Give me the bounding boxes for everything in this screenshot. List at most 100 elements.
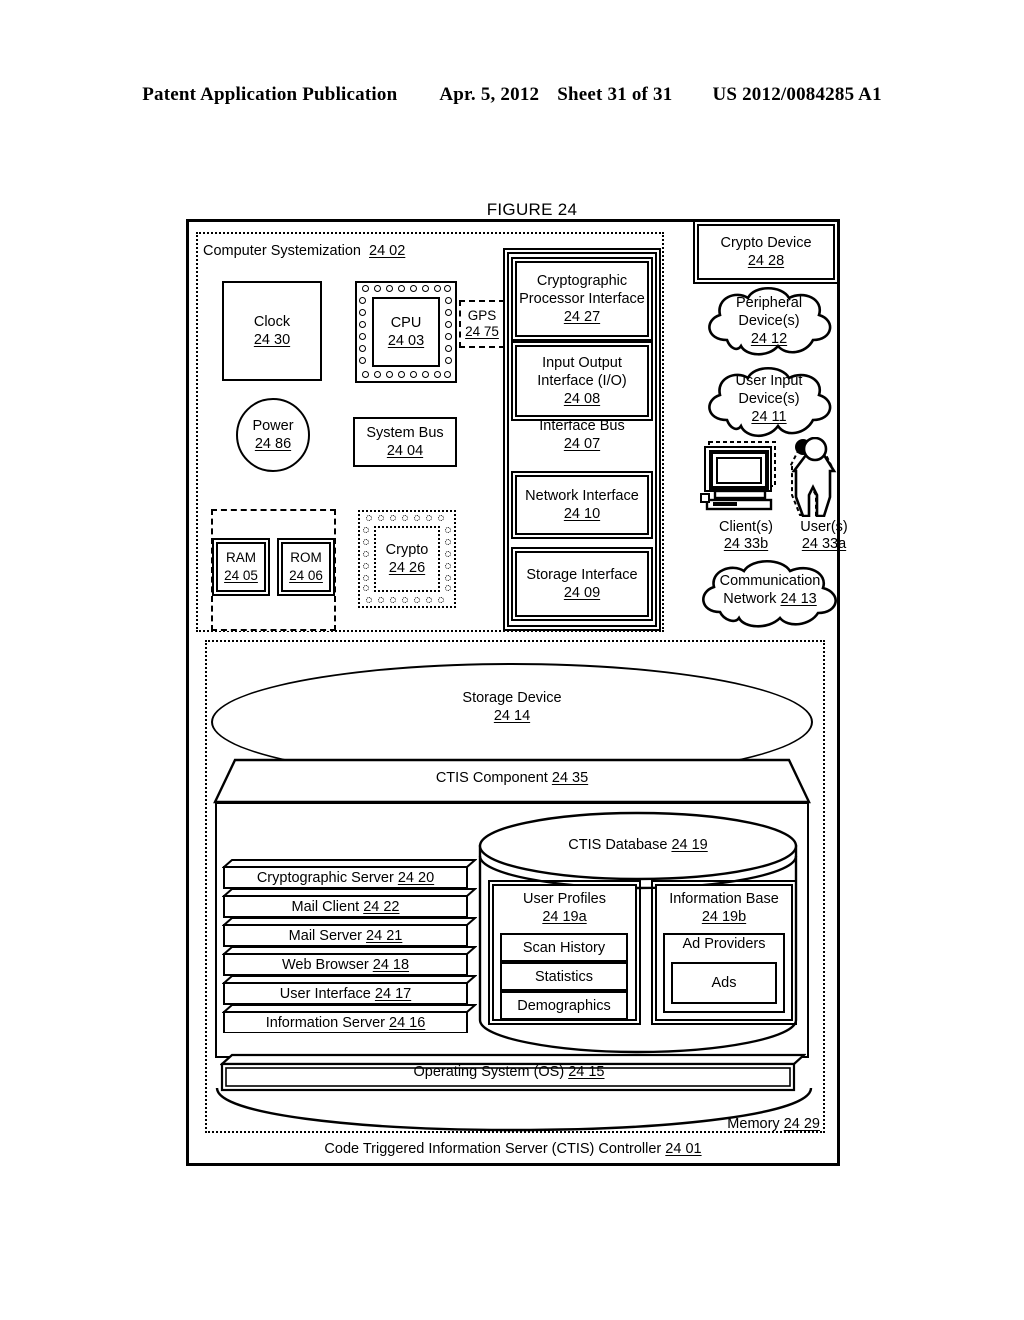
statistics-box: Statistics: [500, 962, 628, 991]
users-label-group: User(s) 24 33a: [784, 519, 864, 553]
crypto-box: Crypto 24 26: [374, 526, 440, 592]
server-label-0: Cryptographic Server: [256, 870, 394, 886]
crypto-device-ref: 24 28: [747, 253, 785, 269]
crypto-processor-interface-ref: 24 27: [563, 309, 601, 325]
system-bus-label: System Bus: [366, 425, 444, 441]
information-base-label: Information Base: [669, 891, 779, 907]
clock-label: Clock: [253, 314, 291, 330]
server-item-1: Mail Client 24 22: [224, 899, 467, 916]
interface-bus-label-group: Interface Bus 24 07: [507, 414, 657, 456]
storage-interface-ref: 24 09: [563, 585, 601, 601]
io-interface-box: Input Output Interface (I/O) 24 08: [511, 341, 653, 421]
power-label: Power: [252, 418, 294, 434]
rom-ref: 24 06: [289, 568, 323, 583]
ctis-database-ref: 24 19: [671, 837, 708, 853]
ctis-controller-ref: 24 01: [665, 1141, 702, 1157]
server-label-4: User Interface: [279, 986, 371, 1002]
server-label-1: Mail Client: [291, 899, 360, 915]
publication-label: Patent Application Publication: [142, 84, 398, 105]
peripheral-devices-label2: Device(s): [738, 313, 800, 329]
cpu-box: CPU 24 03: [372, 297, 440, 367]
storage-interface-label: Storage Interface: [526, 567, 638, 583]
server-label-2: Mail Server: [288, 928, 362, 944]
page-header: Patent Application Publication Apr. 5, 2…: [0, 84, 1024, 106]
server-ref-4: 24 17: [374, 986, 412, 1002]
server-label-3: Web Browser: [281, 957, 369, 973]
ads-label: Ads: [711, 975, 737, 991]
clients-label: Client(s): [719, 519, 773, 535]
server-ref-1: 24 22: [363, 899, 400, 915]
user-profiles-label-group: User Profiles 24 19a: [492, 888, 637, 928]
server-ref-5: 24 16: [389, 1015, 426, 1031]
computer-systemization-label-text: Computer Systemization: [203, 243, 361, 259]
gps-box: GPS 24 75: [459, 300, 505, 348]
statistics-label: Statistics: [534, 968, 593, 985]
server-label-5: Information Server: [265, 1015, 385, 1031]
communication-network-ref: 24 13: [780, 590, 817, 607]
cpu-ref: 24 03: [387, 333, 425, 349]
peripheral-devices-label-group: Peripheral Device(s) 24 12: [694, 288, 844, 354]
client-computer-icon: [699, 440, 787, 516]
communication-network-label-group: Communication Network 24 13: [690, 562, 850, 617]
server-item-3: Web Browser 24 18: [224, 957, 467, 974]
server-item-4: User Interface 24 17: [224, 986, 467, 1003]
crypto-device-label: Crypto Device: [720, 235, 812, 251]
publication-date: Apr. 5, 2012: [439, 84, 540, 105]
power-ref: 24 86: [254, 436, 292, 452]
ram-label: RAM: [226, 550, 256, 565]
clients-label-group: Client(s) 24 33b: [700, 519, 792, 553]
scan-history-box: Scan History: [500, 933, 628, 962]
crypto-ref: 24 26: [388, 560, 426, 576]
demographics-box: Demographics: [500, 991, 628, 1020]
server-item-5: Information Server 24 16: [224, 1015, 467, 1032]
users-ref: 24 33a: [801, 536, 847, 552]
ram-ref: 24 05: [224, 568, 258, 583]
ctis-controller-label-text: Code Triggered Information Server (CTIS)…: [324, 1141, 662, 1157]
communication-network-label2: Network: [723, 590, 777, 607]
operating-system-ref: 24 15: [568, 1064, 605, 1080]
interface-bus-ref: 24 07: [563, 436, 601, 452]
clock-ref: 24 30: [253, 332, 291, 348]
ctis-component-label: CTIS Component: [435, 770, 548, 786]
network-interface-ref: 24 10: [563, 506, 601, 522]
storage-device-ref: 24 14: [493, 708, 531, 724]
ctis-component-ref: 24 35: [551, 770, 589, 786]
server-ref-0: 24 20: [397, 870, 435, 886]
ctis-database-label: CTIS Database: [568, 837, 668, 853]
storage-interface-box: Storage Interface 24 09: [511, 547, 653, 621]
clients-ref: 24 33b: [723, 536, 769, 552]
user-input-devices-label1: User Input: [735, 373, 803, 389]
user-input-devices-label2: Device(s): [738, 391, 800, 407]
server-ref-3: 24 18: [372, 957, 410, 973]
network-interface-label: Network Interface: [525, 488, 639, 504]
io-interface-label2: Interface (I/O): [537, 373, 627, 389]
information-base-label-group: Information Base 24 19b: [655, 888, 793, 928]
information-base-ref: 24 19b: [701, 909, 747, 925]
ad-providers-label-text: Ad Providers: [682, 936, 766, 952]
document-number: US 2012/0084285 A1: [712, 84, 882, 105]
user-input-devices-label-group: User Input Device(s) 24 11: [694, 366, 844, 432]
clock-box: Clock 24 30: [222, 281, 322, 381]
crypto-processor-interface-label2: Processor Interface: [519, 291, 645, 307]
storage-device-label: Storage Device: [462, 690, 562, 706]
ads-box: Ads: [671, 962, 777, 1004]
crypto-processor-interface-label1: Cryptographic: [536, 273, 628, 289]
cpu-label: CPU: [390, 315, 422, 331]
crypto-device-box: Crypto Device 24 28: [693, 220, 839, 284]
crypto-processor-interface-box: Cryptographic Processor Interface 24 27: [511, 257, 653, 341]
ram-box: RAM 24 05: [212, 538, 270, 596]
operating-system-label-group: Operating System (OS) 24 15: [220, 1064, 798, 1081]
user-input-devices-ref: 24 11: [751, 409, 787, 425]
user-profiles-label: User Profiles: [523, 891, 606, 907]
io-interface-ref: 24 08: [563, 391, 601, 407]
figure-title-text: FIGURE 24: [486, 200, 578, 219]
user-profiles-ref: 24 19a: [542, 909, 587, 925]
server-ref-2: 24 21: [366, 928, 403, 944]
users-label: User(s): [800, 519, 848, 535]
system-bus-ref: 24 04: [386, 443, 424, 459]
storage-device-label-group: Storage Device 24 14: [211, 683, 813, 731]
sheet-number: Sheet 31 of 31: [557, 84, 673, 105]
memory-bottom-curve: [214, 1086, 814, 1139]
system-bus-box: System Bus 24 04: [353, 417, 457, 467]
computer-systemization-ref: 24 02: [369, 243, 406, 259]
